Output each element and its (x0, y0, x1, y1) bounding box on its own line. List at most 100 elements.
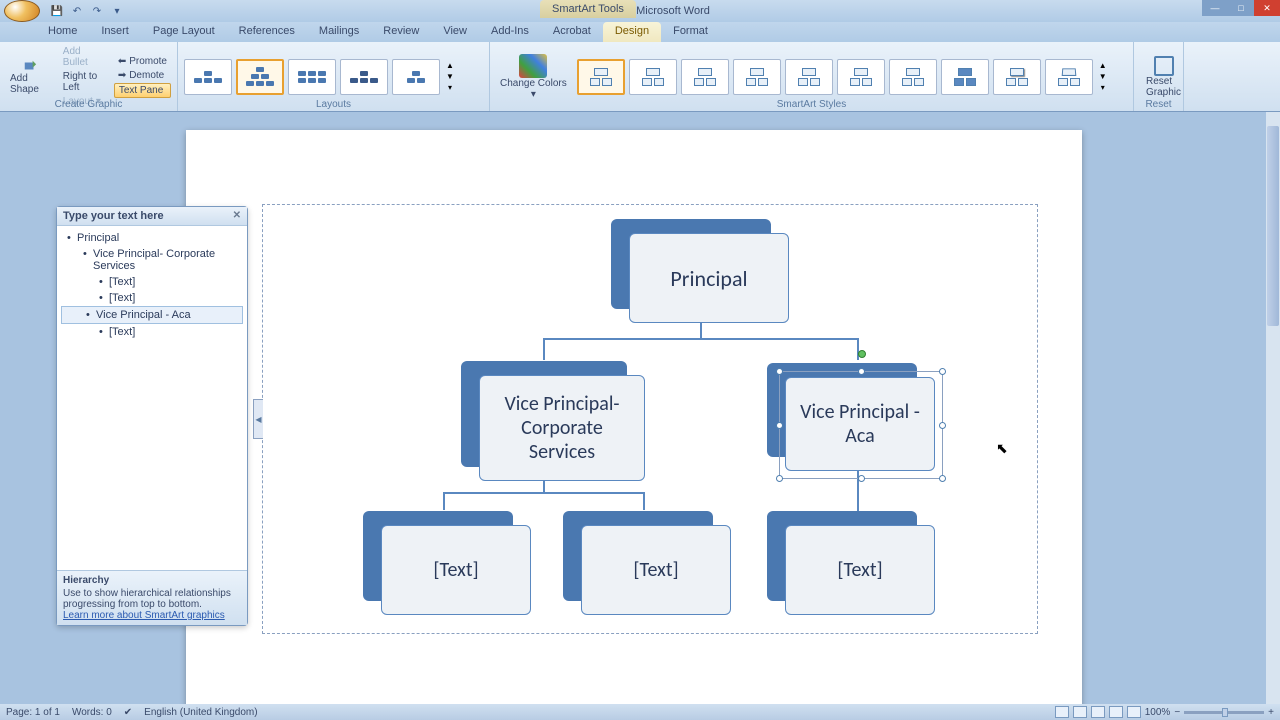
smartart-canvas[interactable]: ◀ Principal Vice Principal- Corporate Se… (262, 204, 1038, 634)
text-pane-list[interactable]: Principal Vice Principal- Corporate Serv… (57, 226, 247, 570)
zoom-out-button[interactable]: − (1174, 707, 1180, 718)
styles-more-icon[interactable]: ▾ (1097, 83, 1109, 92)
reset-icon (1154, 56, 1174, 76)
text-pane-toggle[interactable]: ◀ (253, 399, 263, 439)
tab-insert[interactable]: Insert (89, 22, 141, 42)
redo-icon[interactable]: ↷ (88, 2, 106, 20)
connector (857, 471, 859, 511)
layout-thumb-3[interactable] (288, 59, 336, 95)
vertical-scrollbar[interactable] (1266, 112, 1280, 704)
view-web-layout[interactable] (1091, 706, 1105, 718)
tp-footer-title: Hierarchy (63, 575, 241, 586)
demote-button[interactable]: ➡ Demote (114, 69, 171, 82)
zoom-in-button[interactable]: + (1268, 707, 1274, 718)
style-thumb-5[interactable] (785, 59, 833, 95)
close-button[interactable]: ✕ (1254, 0, 1280, 16)
layouts-scroll-up[interactable]: ▲ (444, 61, 456, 70)
rotate-handle[interactable] (858, 350, 866, 358)
tp-footer-link[interactable]: Learn more about SmartArt graphics (63, 610, 225, 621)
minimize-button[interactable]: — (1202, 0, 1228, 16)
tab-addins[interactable]: Add-Ins (479, 22, 541, 42)
style-thumb-6[interactable] (837, 59, 885, 95)
style-thumb-3[interactable] (681, 59, 729, 95)
resize-handle[interactable] (939, 368, 946, 375)
tab-view[interactable]: View (431, 22, 479, 42)
resize-handle[interactable] (939, 475, 946, 482)
tab-format[interactable]: Format (661, 22, 720, 42)
scrollbar-thumb[interactable] (1267, 126, 1279, 326)
group-label-create-graphic: Create Graphic (0, 99, 177, 110)
resize-handle[interactable] (939, 422, 946, 429)
resize-handle[interactable] (858, 475, 865, 482)
tp-item[interactable]: [Text] (59, 274, 245, 290)
style-thumb-4[interactable] (733, 59, 781, 95)
text-pane-title: Type your text here (63, 210, 164, 222)
tab-home[interactable]: Home (36, 22, 89, 42)
layouts-more-icon[interactable]: ▾ (444, 83, 456, 92)
quick-access-toolbar: 💾 ↶ ↷ ▾ (48, 2, 126, 20)
office-button[interactable] (4, 0, 40, 22)
maximize-button[interactable]: □ (1228, 0, 1254, 16)
group-label-reset: Reset (1134, 99, 1183, 110)
add-shape-button[interactable]: Add Shape (6, 57, 55, 97)
status-language[interactable]: English (United Kingdom) (144, 707, 257, 718)
tp-item-editing[interactable]: Vice Principal - Aca (61, 306, 243, 324)
connector (543, 338, 858, 340)
layout-thumb-4[interactable] (340, 59, 388, 95)
connector (443, 492, 643, 494)
zoom-level[interactable]: 100% (1145, 707, 1171, 718)
connector (700, 323, 702, 339)
layout-thumb-2[interactable] (236, 59, 284, 95)
view-outline[interactable] (1109, 706, 1123, 718)
connector (443, 492, 445, 510)
view-full-screen[interactable] (1073, 706, 1087, 718)
right-to-left-button[interactable]: Right to Left (59, 70, 110, 94)
tp-item[interactable]: Vice Principal- Corporate Services (59, 246, 245, 274)
style-thumb-1[interactable] (577, 59, 625, 95)
tab-review[interactable]: Review (371, 22, 431, 42)
save-icon[interactable]: 💾 (48, 2, 66, 20)
promote-button[interactable]: ⬅ Promote (114, 55, 171, 68)
undo-icon[interactable]: ↶ (68, 2, 86, 20)
tp-item[interactable]: [Text] (59, 324, 245, 340)
view-draft[interactable] (1127, 706, 1141, 718)
reset-graphic-button[interactable]: Reset Graphic (1140, 54, 1187, 100)
tp-item[interactable]: [Text] (59, 290, 245, 306)
style-thumb-7[interactable] (889, 59, 937, 95)
add-bullet-button[interactable]: Add Bullet (59, 45, 110, 69)
layout-thumb-5[interactable] (392, 59, 440, 95)
styles-scroll-down[interactable]: ▼ (1097, 72, 1109, 81)
tab-references[interactable]: References (227, 22, 307, 42)
contextual-tab-label: SmartArt Tools (540, 0, 636, 18)
view-print-layout[interactable] (1055, 706, 1069, 718)
tp-footer-desc: Use to show hierarchical relationships p… (63, 588, 231, 610)
ribbon: Add Shape Add Bullet Right to Left Layou… (0, 42, 1280, 112)
style-thumb-10[interactable] (1045, 59, 1093, 95)
text-pane-footer: Hierarchy Use to show hierarchical relat… (57, 570, 247, 625)
connector (857, 338, 859, 360)
style-thumb-2[interactable] (629, 59, 677, 95)
status-page[interactable]: Page: 1 of 1 (6, 707, 60, 718)
status-words[interactable]: Words: 0 (72, 707, 112, 718)
document-area: Type your text here ✕ Principal Vice Pri… (0, 112, 1266, 704)
layout-thumb-1[interactable] (184, 59, 232, 95)
tab-design[interactable]: Design (603, 22, 661, 42)
style-thumb-9[interactable] (993, 59, 1041, 95)
titlebar: 💾 ↶ ↷ ▾ Document5 - Microsoft Word Smart… (0, 0, 1280, 22)
styles-scroll-up[interactable]: ▲ (1097, 61, 1109, 70)
style-thumb-8[interactable] (941, 59, 989, 95)
tab-page-layout[interactable]: Page Layout (141, 22, 227, 42)
qat-dropdown-icon[interactable]: ▾ (108, 2, 126, 20)
change-colors-button[interactable]: Change Colors ▾ (496, 52, 571, 102)
group-label-layouts: Layouts (178, 99, 489, 110)
layouts-scroll-down[interactable]: ▼ (444, 72, 456, 81)
text-pane-close-icon[interactable]: ✕ (233, 210, 241, 222)
tab-acrobat[interactable]: Acrobat (541, 22, 603, 42)
tp-item[interactable]: Principal (59, 230, 245, 246)
status-bar: Page: 1 of 1 Words: 0 ✔ English (United … (0, 704, 1280, 720)
status-proof-icon[interactable]: ✔ (124, 707, 132, 718)
zoom-slider[interactable] (1184, 711, 1264, 714)
text-pane-button[interactable]: Text Pane (114, 83, 171, 98)
resize-handle[interactable] (776, 475, 783, 482)
tab-mailings[interactable]: Mailings (307, 22, 371, 42)
